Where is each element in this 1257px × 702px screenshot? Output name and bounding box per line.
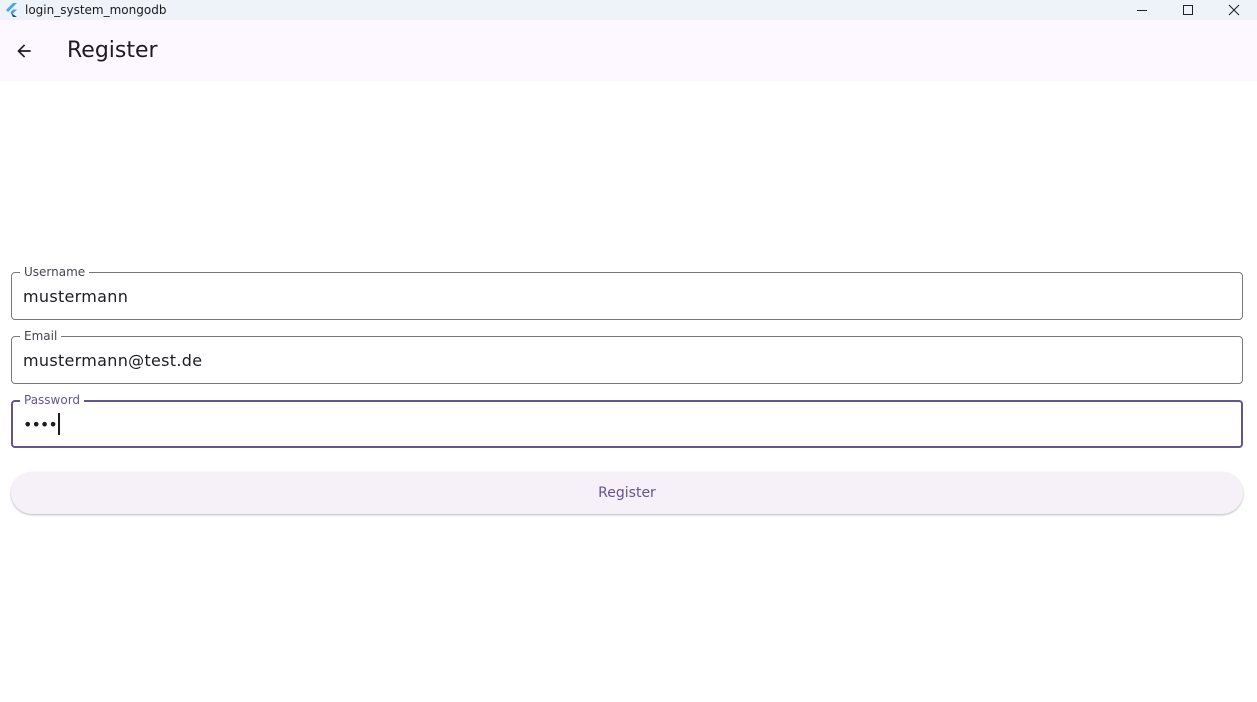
maximize-icon: [1183, 5, 1193, 15]
email-input[interactable]: [23, 337, 1223, 383]
password-field[interactable]: Password ••••: [11, 393, 1243, 448]
window-title: login_system_mongodb: [25, 3, 167, 17]
maximize-button[interactable]: [1165, 0, 1211, 20]
username-field[interactable]: Username: [11, 265, 1243, 320]
username-input[interactable]: [23, 273, 1223, 319]
text-caret: [57, 413, 60, 435]
password-masked-value: ••••: [23, 414, 58, 434]
arrow-back-icon: [17, 43, 31, 58]
minimize-button[interactable]: [1119, 0, 1165, 20]
password-input[interactable]: ••••: [23, 401, 60, 447]
minimize-icon: [1137, 10, 1147, 11]
close-icon: [1228, 4, 1240, 16]
window-controls: [1119, 0, 1257, 20]
email-field[interactable]: Email: [11, 329, 1243, 384]
page-title: Register: [67, 38, 158, 63]
window-titlebar: login_system_mongodb: [0, 0, 1257, 20]
close-button[interactable]: [1211, 0, 1257, 20]
back-button[interactable]: [4, 31, 44, 71]
register-button[interactable]: Register: [11, 472, 1243, 514]
app-bar: Register: [0, 20, 1257, 81]
flutter-logo-icon: [5, 3, 19, 17]
